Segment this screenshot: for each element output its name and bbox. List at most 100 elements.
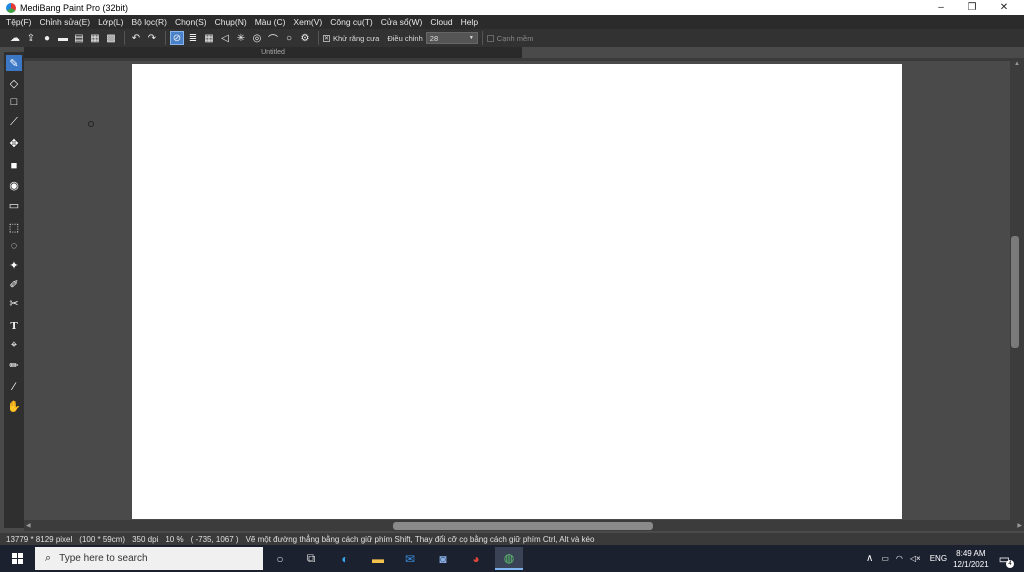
menu-view[interactable]: Xem(V): [293, 17, 322, 27]
curve-snap-icon[interactable]: ⌒: [266, 31, 280, 46]
menu-file[interactable]: Tệp(F): [6, 17, 32, 27]
canvas-size: 13779 * 8129 pixel: [6, 534, 73, 544]
divide-tool-icon[interactable]: ✏: [6, 357, 22, 373]
menu-layer[interactable]: Lớp(L): [98, 17, 123, 27]
eyedropper-tool-icon[interactable]: ⁄: [6, 379, 22, 395]
toolbar-divider: [124, 31, 125, 45]
circle-snap-icon[interactable]: ○: [282, 31, 296, 45]
soft-edge-label: Cạnh mềm: [496, 33, 534, 43]
cloud-icon[interactable]: ☁: [8, 31, 22, 45]
toolbar-divider: [318, 31, 319, 45]
soft-edge-checkbox[interactable]: [486, 34, 494, 42]
menu-cloud[interactable]: Cloud: [430, 17, 452, 27]
menu-color[interactable]: Màu (C): [255, 17, 286, 27]
settings-gear-icon[interactable]: ⚙: [298, 31, 312, 45]
hand-tool-icon[interactable]: ✋: [6, 398, 22, 414]
close-button[interactable]: ✕: [988, 0, 1020, 15]
eraser-tool-icon[interactable]: ◇: [6, 75, 22, 91]
canvas-dpi: 350 dpi: [132, 534, 159, 544]
rectangle-tool-icon[interactable]: □: [6, 94, 22, 110]
brush-tool-icon[interactable]: ✎: [6, 55, 22, 71]
clock-date: 12/1/2021: [953, 559, 989, 569]
restore-button[interactable]: ❐: [956, 0, 988, 15]
cortana-icon[interactable]: ○: [268, 547, 292, 570]
comment-icon[interactable]: ●: [40, 31, 54, 45]
bucket-tool-icon[interactable]: ◉: [6, 177, 22, 193]
grid-icon[interactable]: ▩: [104, 31, 118, 45]
fill-shape-tool-icon[interactable]: ■: [6, 158, 22, 174]
menu-help[interactable]: Help: [461, 17, 478, 27]
concentric-snap-icon[interactable]: ◎: [250, 31, 264, 45]
magic-wand-tool-icon[interactable]: ✦: [6, 257, 22, 273]
radial-snap-icon[interactable]: ✳: [234, 31, 248, 45]
operation-tool-icon[interactable]: ⌖: [6, 337, 22, 353]
vanishing-point-icon[interactable]: ◁: [218, 31, 232, 45]
scroll-right-icon[interactable]: ▶: [1017, 522, 1022, 529]
speech-bubble-icon[interactable]: ▬: [56, 31, 70, 45]
parallel-snap-icon[interactable]: ≣: [186, 31, 200, 45]
notification-icon[interactable]: ▭ 4: [999, 552, 1014, 568]
scroll-left-icon[interactable]: ◀: [26, 522, 31, 529]
gradient-tool-icon[interactable]: ▭: [6, 197, 22, 213]
system-tray: ∧ ▭ ◠ ◁× ENG 8:49 AM 12/1/2021 ▭ 4: [866, 545, 1024, 572]
notification-count: 4: [1006, 559, 1014, 568]
cross-snap-icon[interactable]: ▦: [202, 31, 216, 45]
tool-panel: ✎ ◇ □ ⟋ ✥ ■ ◉ ▭ ⬚ ◌ ✦ ✐ ✂ T ⌖ ✏ ⁄ ✋: [4, 52, 24, 528]
mail-icon[interactable]: ✉: [398, 547, 422, 570]
toolbar-divider: [481, 31, 483, 45]
adjust-select[interactable]: 28 ▼: [425, 32, 478, 44]
taskbar-search-box[interactable]: ⌕ Type here to search: [35, 547, 263, 570]
menu-edit[interactable]: Chỉnh sửa(E): [40, 17, 91, 27]
document-tab[interactable]: Untitled: [24, 47, 522, 58]
select-eraser-tool-icon[interactable]: ✂: [6, 295, 22, 311]
upload-icon[interactable]: ⇪: [24, 31, 38, 45]
menu-select[interactable]: Chọn(S): [175, 17, 207, 27]
zoom-level: 10 %: [165, 534, 184, 544]
task-view-icon[interactable]: ⧉: [299, 547, 323, 570]
redo-icon[interactable]: ↷: [145, 31, 159, 45]
scroll-up-icon[interactable]: ▲: [1010, 61, 1024, 67]
minimize-button[interactable]: –: [925, 0, 957, 15]
snap-off-icon[interactable]: ⊘: [170, 31, 184, 45]
clock[interactable]: 8:49 AM 12/1/2021: [953, 548, 989, 570]
select-tool-icon[interactable]: ⬚: [6, 219, 22, 235]
language-indicator[interactable]: ENG: [930, 554, 947, 563]
file-explorer-icon[interactable]: ▬: [366, 547, 390, 570]
wifi-icon[interactable]: ◠: [896, 554, 903, 563]
select-pen-tool-icon[interactable]: ✐: [6, 276, 22, 292]
adjust-value: 28: [429, 33, 439, 43]
windows-start-icon[interactable]: [12, 553, 23, 564]
battery-icon[interactable]: ▭: [881, 554, 889, 563]
lasso-tool-icon[interactable]: ◌: [6, 238, 22, 254]
volume-icon[interactable]: ◁×: [910, 554, 921, 563]
dot-tool-icon[interactable]: ⟋: [6, 114, 22, 130]
panels-icon[interactable]: ▦: [88, 31, 102, 45]
menu-window[interactable]: Cửa sổ(W): [381, 17, 423, 27]
menu-filter[interactable]: Bộ lọc(R): [132, 17, 167, 27]
drawing-canvas[interactable]: [132, 64, 902, 519]
chrome-icon[interactable]: ◕: [464, 547, 488, 570]
undo-icon[interactable]: ↶: [129, 31, 143, 45]
chevron-down-icon: ▼: [468, 35, 474, 41]
status-bar: 13779 * 8129 pixel (100 * 59cm) 350 dpi …: [0, 533, 1024, 545]
cursor-coords: ( -735, 1067 ): [190, 534, 239, 544]
chevron-up-icon[interactable]: ∧: [866, 553, 873, 564]
menu-tools[interactable]: Công cụ(T): [330, 17, 373, 27]
brush-cursor: [88, 121, 94, 127]
vertical-scroll-thumb[interactable]: [1011, 236, 1019, 348]
move-tool-icon[interactable]: ✥: [6, 135, 22, 151]
medibang-taskbar-icon[interactable]: ◍: [495, 547, 523, 570]
clock-time: 8:49 AM: [956, 548, 986, 558]
status-hint: Vẽ một đường thẳng bằng cách giữ phím Sh…: [245, 534, 595, 544]
menu-bar: Tệp(F) Chỉnh sửa(E) Lớp(L) Bộ lọc(R) Chọ…: [0, 15, 1024, 29]
horizontal-scroll-thumb[interactable]: [393, 522, 653, 530]
search-icon: ⌕: [45, 552, 52, 564]
antialias-checkbox[interactable]: ✕: [323, 34, 330, 42]
edge-browser-icon[interactable]: ◐: [333, 547, 357, 570]
camera-icon[interactable]: ◙: [431, 547, 455, 570]
menu-snap[interactable]: Chụp(N): [215, 17, 247, 27]
window-title: MediBang Paint Pro (32bit): [20, 2, 129, 13]
text-tool-icon[interactable]: T: [6, 318, 22, 334]
page-icon[interactable]: ▤: [72, 31, 86, 45]
canvas-physical-size: (100 * 59cm): [79, 534, 126, 544]
